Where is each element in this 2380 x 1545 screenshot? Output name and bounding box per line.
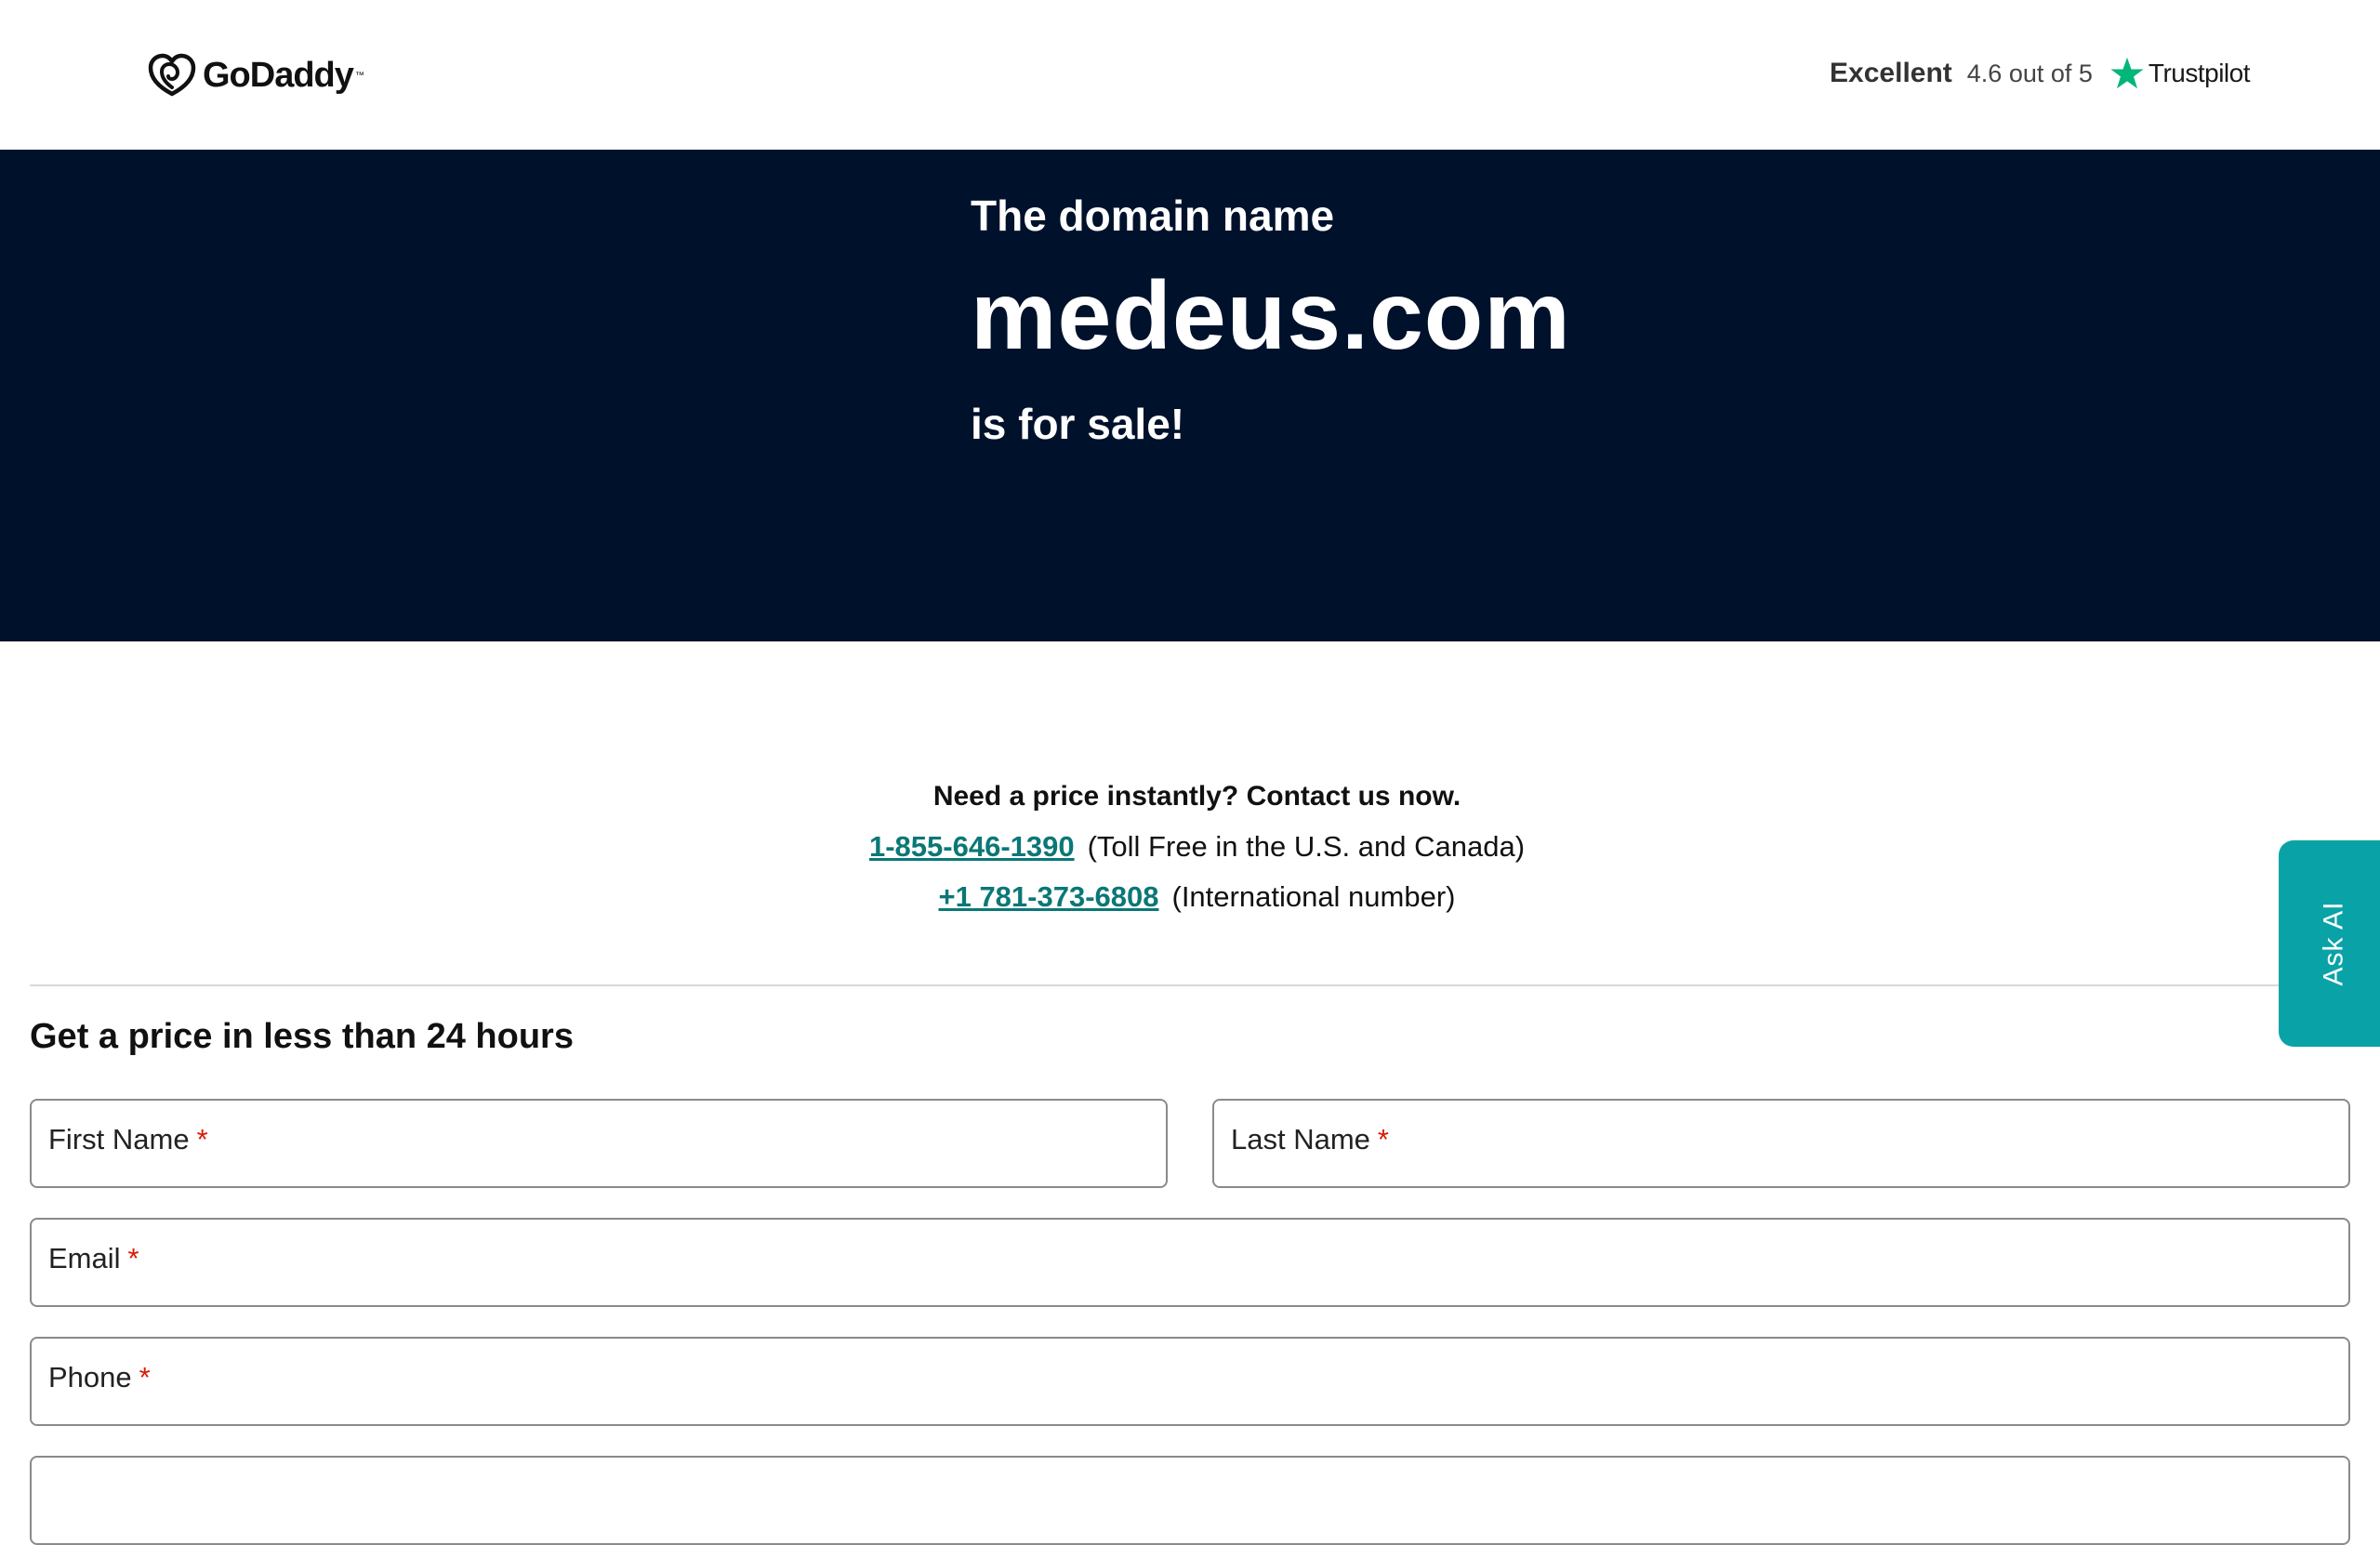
hero-lead-text: The domain name [971,191,1335,240]
hero-sale-text: is for sale! [971,400,1185,448]
godaddy-heart-logo-icon [148,53,196,97]
phone-field[interactable]: Phone * [30,1337,2350,1426]
hero-banner: The domain name medeus.com is for sale! [0,150,2380,641]
required-marker: * [139,1361,151,1393]
trustpilot-rating[interactable]: Excellent 4.6 out of 5 Trustpilot [1830,50,2251,97]
required-marker: * [196,1123,208,1155]
contact-section: Need a price instantly? Contact us now. … [0,772,2380,922]
rating-score: 4.6 out of 5 [1966,59,2093,87]
trustpilot-star-icon [2110,57,2144,89]
email-label: Email * [48,1242,139,1274]
godaddy-logo[interactable]: GoDaddy ™ [147,52,364,99]
site-header: GoDaddy ™ Excellent 4.6 out of 5 Trustpil… [0,0,2380,150]
phone-line-tollfree: 1-855-646-1390 (Toll Free in the U.S. and… [0,822,2380,872]
trustpilot-wordmark: Trustpilot [2148,59,2251,87]
international-note: (International number) [1171,880,1456,913]
tollfree-note: (Toll Free in the U.S. and Canada) [1087,830,1526,863]
domain-name-heading: medeus.com [971,262,1571,370]
tollfree-phone-link[interactable]: 1-855-646-1390 [869,830,1075,863]
form-title: Get a price in less than 24 hours [30,1017,574,1056]
ask-ai-label: Ask AI [2318,901,2349,986]
email-field[interactable]: Email * [30,1218,2350,1307]
international-phone-link[interactable]: +1 781-373-6808 [938,880,1158,913]
required-marker: * [1377,1123,1389,1155]
phone-label: Phone * [48,1361,151,1393]
rating-word: Excellent [1830,58,1952,88]
brand-name: GoDaddy [203,55,354,95]
section-divider [30,984,2350,986]
first-name-field[interactable]: First Name * [30,1099,1168,1188]
last-name-field[interactable]: Last Name * [1212,1099,2350,1188]
next-form-field[interactable] [30,1456,2350,1545]
trademark-mark: ™ [354,70,364,81]
phone-line-international: +1 781-373-6808 (International number) [0,872,2380,922]
last-name-label: Last Name * [1231,1123,1389,1155]
contact-question: Need a price instantly? Contact us now. [932,781,1461,812]
required-marker: * [127,1242,139,1274]
ask-ai-button[interactable]: Ask AI [2279,840,2380,1047]
first-name-label: First Name * [48,1123,208,1155]
